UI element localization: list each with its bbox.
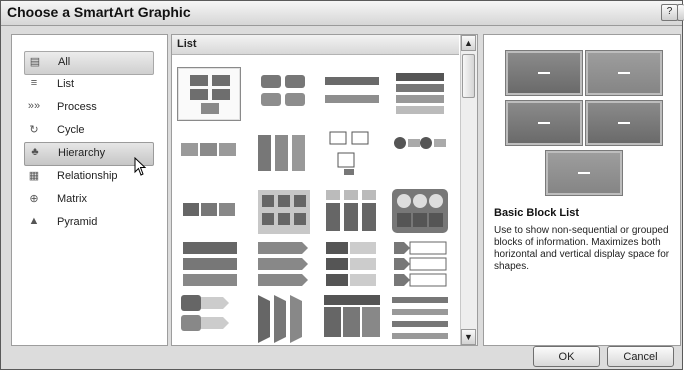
layout-thumbnail[interactable] (252, 127, 316, 181)
preview-block (585, 100, 663, 146)
layout-thumbnail[interactable] (320, 238, 384, 292)
category-label: Hierarchy (58, 147, 106, 159)
preview-block (505, 100, 583, 146)
smartart-dialog: Choose a SmartArt Graphic ? ▤ All ≡ List… (0, 0, 684, 370)
close-button[interactable] (677, 4, 684, 21)
help-button[interactable]: ? (661, 4, 678, 21)
preview-block (585, 50, 663, 96)
gallery-scrollbar[interactable]: ▲ ▼ (460, 35, 477, 345)
layout-title: Basic Block List (494, 207, 579, 219)
layout-thumbnail[interactable] (320, 67, 384, 121)
category-list: ▤ All ≡ List »» Process ↻ Cycle ♣ Hierar… (11, 34, 168, 346)
scroll-down-button[interactable]: ▼ (461, 329, 476, 345)
category-label: List (57, 78, 75, 90)
layout-thumbnail[interactable] (252, 291, 316, 345)
relationship-icon: ▦ (28, 170, 40, 182)
preview-panel: Basic Block List Use to show non-sequent… (483, 34, 681, 346)
category-label: All (58, 56, 71, 68)
category-label: Process (57, 101, 97, 113)
preview-block (545, 150, 623, 196)
category-pyramid[interactable]: ▲ Pyramid (24, 212, 152, 234)
mouse-cursor-icon (134, 157, 147, 176)
title-bar: Choose a SmartArt Graphic ? (1, 1, 684, 26)
process-icon: »» (27, 100, 41, 112)
layout-thumbnail[interactable] (320, 185, 384, 239)
all-icon: ▤ (29, 56, 41, 68)
dialog-title: Choose a SmartArt Graphic (7, 4, 191, 20)
scroll-up-button[interactable]: ▲ (461, 35, 476, 51)
category-label: Cycle (57, 124, 85, 136)
layout-thumbnail[interactable] (252, 67, 316, 121)
layout-thumbnail[interactable] (388, 291, 452, 345)
layout-thumbnail[interactable] (320, 127, 384, 181)
gallery-header-label: List (177, 38, 197, 50)
category-list-item[interactable]: ≡ List (24, 74, 152, 96)
scroll-thumb[interactable] (462, 54, 475, 98)
layout-thumbnail[interactable] (177, 127, 241, 181)
layout-thumbnail[interactable] (252, 185, 316, 239)
category-all[interactable]: ▤ All (24, 51, 154, 75)
cancel-button[interactable]: Cancel (607, 346, 674, 367)
ok-button[interactable]: OK (533, 346, 600, 367)
category-label: Pyramid (57, 216, 98, 228)
layout-thumbnail[interactable] (177, 185, 241, 239)
cycle-icon: ↻ (29, 124, 39, 136)
hierarchy-icon: ♣ (31, 146, 39, 158)
layout-thumbnail[interactable] (177, 238, 241, 292)
layout-basic-block-list[interactable] (177, 67, 241, 121)
category-label: Matrix (57, 193, 87, 205)
list-icon: ≡ (30, 77, 38, 89)
gallery-header: List (172, 35, 459, 55)
layout-thumbnail[interactable] (388, 67, 452, 121)
layout-thumbnail[interactable] (177, 291, 241, 345)
layout-thumbnail[interactable] (388, 238, 452, 292)
category-label: Relationship (57, 170, 118, 182)
preview-block (505, 50, 583, 96)
layout-gallery: List ▲ ▼ (171, 34, 478, 346)
category-process[interactable]: »» Process (24, 97, 152, 119)
layout-description: Use to show non-sequential or grouped bl… (494, 225, 670, 272)
layout-thumbnail[interactable] (320, 291, 384, 345)
category-cycle[interactable]: ↻ Cycle (24, 120, 152, 142)
category-matrix[interactable]: ⊕ Matrix (24, 189, 152, 211)
matrix-icon: ⊕ (29, 193, 39, 205)
layout-thumbnail[interactable] (388, 127, 452, 181)
layout-thumbnail[interactable] (388, 185, 452, 239)
layout-thumbnail[interactable] (252, 238, 316, 292)
category-relationship[interactable]: ▦ Relationship (24, 166, 152, 188)
pyramid-icon: ▲ (28, 215, 40, 227)
